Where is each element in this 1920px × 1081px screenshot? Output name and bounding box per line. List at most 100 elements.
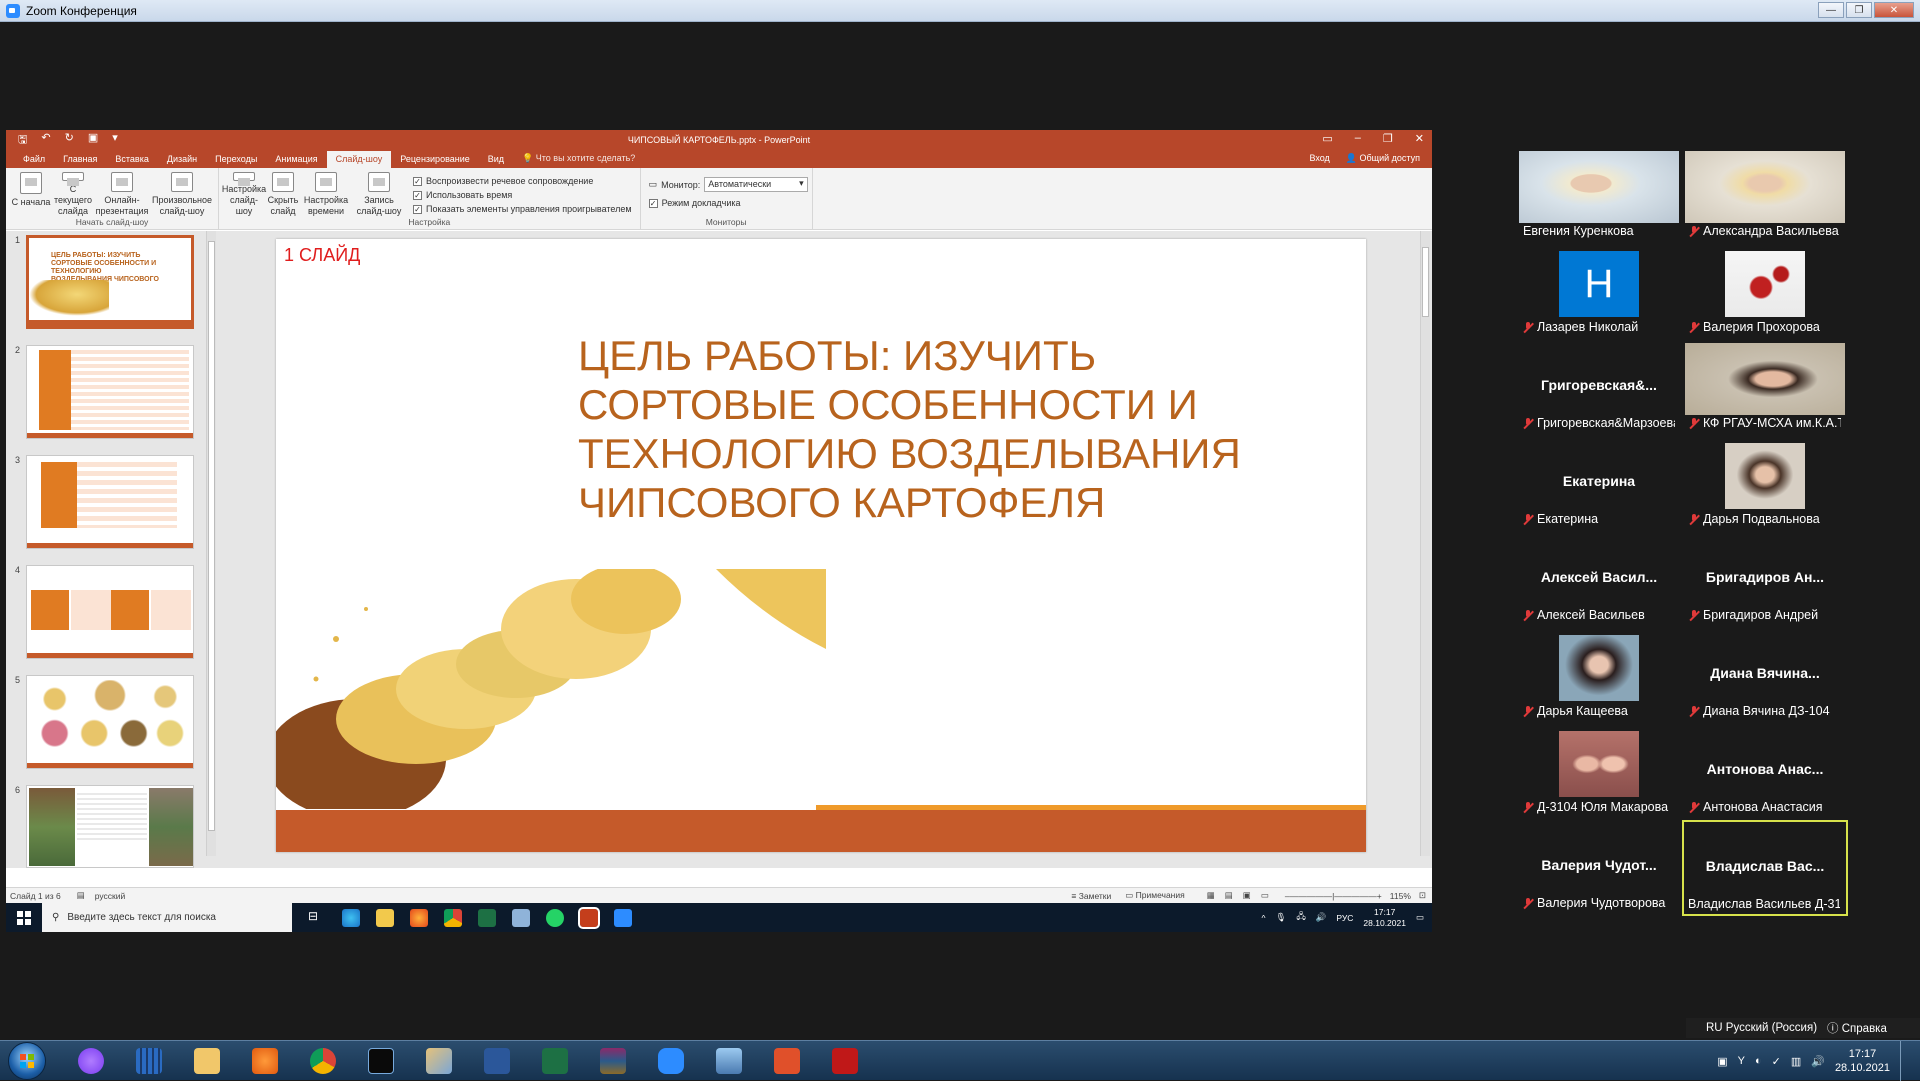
word-icon[interactable] (474, 1043, 520, 1079)
media-player-icon[interactable] (242, 1043, 288, 1079)
zoom-icon[interactable] (648, 1043, 694, 1079)
participant-tile[interactable]: Екатерина Екатерина (1519, 439, 1679, 529)
input-language[interactable]: RU Русский (Россия) (1706, 1022, 1817, 1034)
share-button[interactable]: 👤 Общий доступ (1346, 153, 1420, 164)
paint-icon[interactable] (416, 1043, 462, 1079)
firefox-icon[interactable] (410, 908, 428, 927)
comments-button[interactable]: ▭ Примечания (1125, 890, 1184, 901)
participant-tile[interactable]: Валерия Прохорова (1685, 247, 1845, 337)
file-explorer-icon[interactable] (184, 1043, 230, 1079)
chrome-icon[interactable] (300, 1043, 346, 1079)
tray-chevron-icon[interactable]: ^ (1262, 913, 1266, 923)
notifications-icon[interactable]: ▭ (1416, 912, 1424, 923)
volume-icon[interactable]: 🔊 (1316, 912, 1327, 923)
excel-icon[interactable] (532, 1043, 578, 1079)
participant-tile[interactable]: Д-3104 Юля Макарова (1519, 727, 1679, 817)
participant-tile[interactable]: Бригадиров Ан... Бригадиров Андрей (1685, 535, 1845, 625)
tab-animations[interactable]: Анимация (266, 154, 326, 168)
security-icon[interactable]: ✓ (1772, 1055, 1781, 1068)
thumbnail-slide-3[interactable] (26, 455, 194, 549)
tell-me-box[interactable]: 💡 Что вы хотите сделать? (513, 153, 644, 168)
yandex-icon[interactable]: Y (1738, 1055, 1745, 1067)
tab-transitions[interactable]: Переходы (206, 154, 266, 168)
presentation-app-icon[interactable] (764, 1043, 810, 1079)
thumbnail-slide-5[interactable] (26, 675, 194, 769)
help-button[interactable]: ⓘ Справка (1827, 1020, 1887, 1036)
participant-tile[interactable]: Евгения Куренкова (1519, 151, 1679, 241)
thumbnail-scrollbar[interactable] (206, 231, 216, 856)
from-start-button[interactable]: С начала (10, 172, 52, 217)
explorer-icon[interactable] (376, 908, 394, 927)
tab-insert[interactable]: Вставка (106, 154, 157, 168)
edge-icon[interactable] (342, 908, 360, 927)
whatsapp-icon[interactable] (546, 908, 564, 927)
zoom-slider[interactable]: –―――――|―――――+ (1285, 891, 1382, 901)
view-buttons[interactable]: ▦▤▣▭ (1207, 890, 1279, 901)
close-button[interactable]: ✕ (1874, 2, 1914, 18)
alice-icon[interactable] (68, 1043, 114, 1079)
excel-icon[interactable] (478, 908, 496, 927)
volume-icon[interactable]: 🔊 (1811, 1055, 1825, 1068)
task-view-icon[interactable]: ⊟ (308, 909, 326, 927)
remote-start-button[interactable] (6, 903, 42, 932)
language-indicator[interactable]: РУС (1336, 913, 1353, 923)
custom-show-button[interactable]: Произвольное слайд-шоу (150, 172, 214, 217)
participant-tile[interactable]: КФ РГАУ-МСХА им.К.А.Тимирязева (1685, 343, 1845, 433)
tab-review[interactable]: Рецензирование (391, 154, 479, 168)
remote-clock[interactable]: 17:17 28.10.2021 (1363, 907, 1406, 929)
tab-home[interactable]: Главная (54, 154, 106, 168)
ribbon-display-icon[interactable]: ▭ (1322, 132, 1332, 145)
start-orb[interactable] (8, 1041, 46, 1080)
monitor-select[interactable]: Автоматически (704, 177, 808, 192)
winrar-icon[interactable] (590, 1043, 636, 1079)
acrobat-icon[interactable] (822, 1043, 868, 1079)
scrollbar-thumb[interactable] (1422, 247, 1429, 317)
network-icon[interactable]: ▥ (1791, 1055, 1801, 1068)
thumbnail-slide-6[interactable] (26, 785, 194, 868)
ppt-minimize-button[interactable]: – (1355, 132, 1361, 145)
setup-show-button[interactable]: Настройка слайд-шоу (222, 172, 266, 217)
tab-design[interactable]: Дизайн (158, 154, 206, 168)
tray-app-icon[interactable]: ◐ (1755, 1055, 1762, 1067)
participant-tile[interactable]: Валерия Чудот... Валерия Чудотворова (1519, 823, 1679, 913)
powerpoint-icon[interactable] (578, 906, 600, 929)
scrollbar-thumb[interactable] (208, 241, 215, 831)
media-controls-checkbox[interactable]: ✓ Показать элементы управления проигрыват… (413, 204, 632, 214)
thumbnail-slide-2[interactable] (26, 345, 194, 439)
thumbnail-slide-1[interactable]: ЦЕЛЬ РАБОТЫ: ИЗУЧИТЬ СОРТОВЫЕ ОСОБЕННОСТ… (26, 235, 194, 329)
clock[interactable]: 17:17 28.10.2021 (1835, 1047, 1890, 1075)
notes-app-icon[interactable] (512, 908, 530, 927)
zoom-tray-icon[interactable]: ▣ (1717, 1055, 1727, 1068)
participant-tile[interactable]: Дарья Кащеева (1519, 631, 1679, 721)
tab-file[interactable]: Файл (14, 154, 54, 168)
image-viewer-icon[interactable] (706, 1043, 752, 1079)
chrome-icon[interactable] (444, 908, 462, 927)
slide-scrollbar[interactable] (1420, 231, 1430, 856)
participant-tile[interactable]: Антонова Анас... Антонова Анастасия (1685, 727, 1845, 817)
graph-app-icon[interactable] (358, 1043, 404, 1079)
minimize-button[interactable]: — (1818, 2, 1844, 18)
show-desktop-button[interactable] (1900, 1041, 1910, 1081)
maximize-button[interactable]: ❐ (1846, 2, 1872, 18)
participant-tile[interactable]: H Лазарев Николай (1519, 247, 1679, 337)
participant-tile[interactable]: Дарья Подвальнова (1685, 439, 1845, 529)
zoom-level[interactable]: 115% (1390, 891, 1411, 901)
participant-tile[interactable]: Диана Вячина... Диана Вячина ДЗ-104 (1685, 631, 1845, 721)
thumbnail-slide-4[interactable] (26, 565, 194, 659)
ppt-restore-button[interactable]: ❐ (1383, 132, 1393, 145)
mic-tray-icon[interactable]: 🎙 (1276, 912, 1287, 923)
rehearse-timings-button[interactable]: Настройка времени (301, 172, 351, 217)
presenter-view-checkbox[interactable]: ✓ Режим докладчика (648, 198, 808, 208)
narration-checkbox[interactable]: ✓ Воспроизвести речевое сопровождение (413, 176, 632, 186)
signin-link[interactable]: Вход (1309, 153, 1329, 164)
ppt-close-button[interactable]: ✕ (1415, 132, 1424, 145)
timings-checkbox[interactable]: ✓ Использовать время (413, 190, 632, 200)
spellcheck-icon[interactable]: ▤ (77, 890, 85, 901)
language-status[interactable]: русский (95, 891, 126, 901)
participant-tile[interactable]: Алексей Васил... Алексей Васильев (1519, 535, 1679, 625)
participant-tile[interactable]: Александра Васильева (1685, 151, 1845, 241)
tab-slideshow[interactable]: Слайд-шоу (326, 151, 392, 168)
calculator-app-icon[interactable] (126, 1043, 172, 1079)
notes-button[interactable]: ≡ Заметки (1071, 891, 1111, 901)
fit-slide-icon[interactable]: ⊡ (1419, 890, 1426, 901)
